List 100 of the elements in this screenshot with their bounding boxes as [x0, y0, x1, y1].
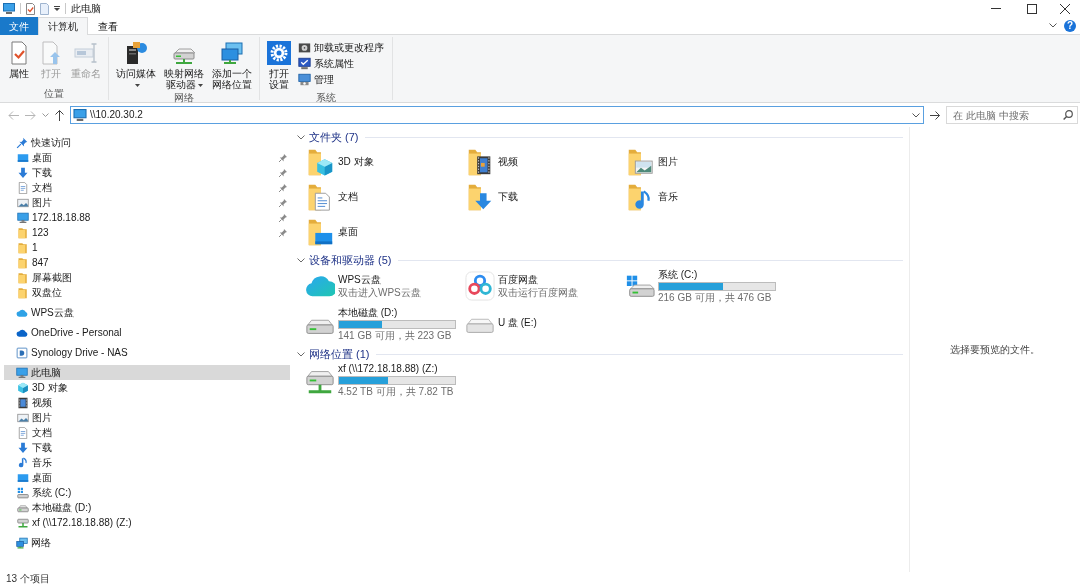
- sidebar-item[interactable]: 网络: [4, 535, 290, 550]
- sidebar-item[interactable]: 123: [4, 225, 290, 240]
- folder-icon: [17, 286, 29, 299]
- pin-icon[interactable]: [279, 168, 287, 177]
- sidebar-item[interactable]: 图片: [4, 410, 290, 425]
- maximize-icon[interactable]: [1027, 3, 1037, 14]
- drive-name[interactable]: WPS云盘: [338, 273, 421, 286]
- search-field[interactable]: 在 此电脑 中搜索: [946, 106, 1078, 124]
- group-label: 网络: [173, 91, 195, 104]
- up-icon[interactable]: [55, 109, 64, 121]
- cube-icon: [17, 381, 29, 394]
- sidebar-item[interactable]: WPS云盘: [4, 305, 290, 320]
- manage-button[interactable]: 管理: [298, 72, 388, 87]
- sidebar-item[interactable]: 双盘位: [4, 285, 290, 300]
- sidebar-item[interactable]: 系统 (C:): [4, 485, 290, 500]
- sidebar-item[interactable]: 桌面: [4, 470, 290, 485]
- sidebar-item[interactable]: 此电脑: [4, 365, 290, 380]
- folder-name[interactable]: 音乐: [658, 190, 678, 203]
- sidebar-item[interactable]: 3D 对象: [4, 380, 290, 395]
- sidebar-item[interactable]: xf (\\172.18.18.88) (Z:): [4, 515, 290, 530]
- folder-name[interactable]: 文档: [338, 190, 358, 203]
- drive-name[interactable]: 本地磁盘 (D:): [338, 306, 456, 319]
- caret-icon[interactable]: [54, 6, 60, 11]
- sidebar-item[interactable]: 本地磁盘 (D:): [4, 500, 290, 515]
- sidebar-item[interactable]: 音乐: [4, 455, 290, 470]
- drive-name[interactable]: 百度网盘: [498, 273, 578, 286]
- map-drive-button[interactable]: 映射网络 驱动器: [161, 40, 207, 91]
- media-button[interactable]: 访问媒体: [113, 40, 159, 91]
- drive-name[interactable]: U 盘 (E:): [498, 316, 537, 329]
- pin-icon[interactable]: [279, 228, 287, 237]
- pin-icon[interactable]: [279, 198, 287, 207]
- properties-button[interactable]: 属性: [4, 40, 34, 80]
- sidebar-item[interactable]: 847: [4, 255, 290, 270]
- file-menu-tab[interactable]: 文件: [0, 17, 38, 35]
- drive-name[interactable]: 系统 (C:): [658, 268, 776, 281]
- folder-name[interactable]: 桌面: [338, 225, 358, 238]
- desktop-icon: [17, 151, 29, 164]
- help-button[interactable]: ?: [1064, 19, 1076, 32]
- sidebar-item[interactable]: Synology Drive - NAS: [4, 345, 290, 360]
- sidebar-item[interactable]: 下载: [4, 440, 290, 455]
- sidebar-item[interactable]: 1: [4, 240, 290, 255]
- folder-icon: [17, 271, 29, 284]
- capacity-text: 216 GB 可用，共 476 GB: [658, 291, 773, 304]
- sidebar-item[interactable]: 下载: [4, 165, 290, 180]
- system-drive-icon: [17, 486, 29, 499]
- ribbon-tab[interactable]: 查看: [88, 17, 128, 35]
- search-icon[interactable]: [1063, 110, 1073, 120]
- forward-icon[interactable]: [25, 110, 36, 120]
- back-icon[interactable]: [8, 110, 19, 120]
- preview-message: 选择要预览的文件。: [950, 342, 1040, 357]
- sidebar-item[interactable]: 文档: [4, 180, 290, 195]
- desktop-icon: [17, 471, 29, 484]
- settings-button[interactable]: 打开 设置: [264, 40, 294, 91]
- folder-icon: [17, 256, 29, 269]
- chevron-icon: [297, 257, 305, 263]
- check-document-icon[interactable]: [26, 2, 35, 15]
- drive-name[interactable]: xf (\\172.18.18.88) (Z:): [338, 362, 456, 375]
- capacity-text: 141 GB 可用，共 223 GB: [338, 329, 453, 342]
- chevron-icon[interactable]: [912, 112, 920, 118]
- sidebar-item[interactable]: OneDrive - Personal: [4, 325, 290, 340]
- section-header[interactable]: 文件夹 (7): [297, 130, 359, 144]
- document-icon[interactable]: [40, 2, 49, 15]
- sidebar-item[interactable]: 文档: [4, 425, 290, 440]
- chevron-icon[interactable]: [1049, 23, 1057, 28]
- ribbon-tab[interactable]: 计算机: [38, 17, 88, 35]
- add-location-button[interactable]: 添加一个 网络位置: [209, 40, 255, 91]
- folder-name[interactable]: 3D 对象: [338, 155, 374, 168]
- picture-icon: [17, 411, 29, 424]
- capacity-text: 4.52 TB 可用，共 7.82 TB: [338, 385, 455, 398]
- computer-icon: [298, 73, 311, 86]
- text-cursor-icon: [74, 41, 98, 65]
- section-header[interactable]: 设备和驱动器 (5): [297, 253, 392, 267]
- sidebar-item[interactable]: 桌面: [4, 150, 290, 165]
- folder-name[interactable]: 下载: [498, 190, 518, 203]
- close-icon[interactable]: [1060, 3, 1070, 14]
- sidebar-item[interactable]: 视频: [4, 395, 290, 410]
- section-header[interactable]: 网络位置 (1): [297, 347, 370, 361]
- folder-name[interactable]: 视频: [498, 155, 518, 168]
- sidebar-item[interactable]: 图片: [4, 195, 290, 210]
- folder-icon: [17, 241, 29, 254]
- rings-logo-icon[interactable]: [465, 271, 495, 301]
- monitor-icon: [73, 109, 87, 121]
- sidebar-item[interactable]: 快速访问: [4, 135, 290, 150]
- chevron-icon: [297, 134, 305, 140]
- monitor-icon[interactable]: [3, 3, 15, 14]
- address-field[interactable]: \\10.20.30.2: [70, 106, 924, 124]
- sidebar-item[interactable]: 172.18.18.88: [4, 210, 290, 225]
- system-properties-button[interactable]: 系统属性: [298, 56, 388, 71]
- document-icon: [17, 426, 29, 439]
- app-logo-icon: [16, 346, 28, 359]
- pin-icon[interactable]: [279, 183, 287, 192]
- go-arrow-icon[interactable]: [930, 110, 940, 120]
- uninstall-button[interactable]: 卸载或更改程序: [298, 40, 388, 55]
- sidebar-item[interactable]: 屏幕截图: [4, 270, 290, 285]
- pin-icon[interactable]: [279, 213, 287, 222]
- download-icon: [17, 441, 29, 454]
- network-icon: [16, 536, 28, 549]
- folder-name[interactable]: 图片: [658, 155, 678, 168]
- pin-icon[interactable]: [279, 153, 287, 162]
- pin-icon: [16, 136, 28, 149]
